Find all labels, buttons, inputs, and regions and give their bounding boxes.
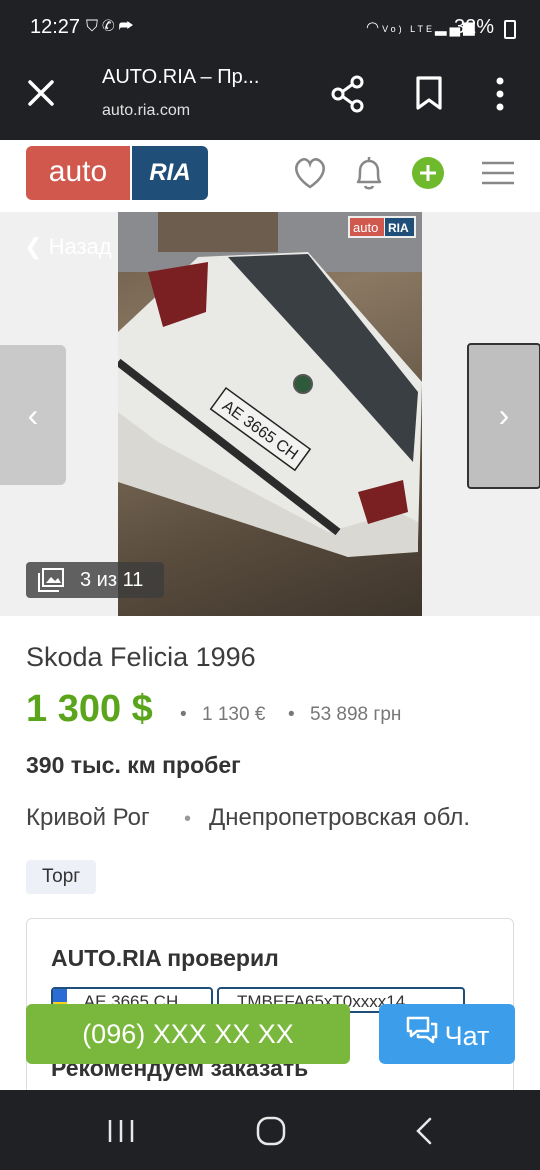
notification-icons: ⛉✆➦ xyxy=(86,18,138,35)
price-usd: 1 300 $ xyxy=(26,688,153,730)
status-bar: 12:27 ⛉✆➦ ◠Vo) LTE▂▄▆ 32% xyxy=(0,0,540,56)
location-region[interactable]: Днепропетровская обл. xyxy=(209,804,470,832)
add-circle-icon[interactable] xyxy=(411,156,445,190)
network-label: Vo) LTE xyxy=(382,24,435,34)
bell-icon[interactable] xyxy=(352,154,386,194)
close-icon[interactable] xyxy=(24,76,58,110)
browser-toolbar: AUTO.RIA – Пр... auto.ria.com xyxy=(0,56,540,140)
back-nav-icon[interactable] xyxy=(412,1116,436,1146)
mileage: 390 тыс. км пробег xyxy=(26,752,241,778)
chevron-left-icon: ❮ xyxy=(24,234,43,259)
dot-separator: • xyxy=(288,704,295,725)
price-uah: 53 898 грн xyxy=(310,704,402,725)
watermark-ria: RIA xyxy=(388,221,409,235)
wifi-icon: ◠ xyxy=(366,19,383,36)
site-header: auto RIA xyxy=(0,140,540,212)
watermark-auto: auto xyxy=(353,220,378,235)
share-icon[interactable] xyxy=(330,74,366,114)
battery-icon xyxy=(504,20,516,39)
next-photo-button[interactable]: › xyxy=(467,343,540,489)
logo-auto[interactable]: auto xyxy=(26,146,130,200)
chat-icon xyxy=(405,1006,439,1066)
photo-counter[interactable]: 3 из 11 xyxy=(26,562,164,598)
page-url[interactable]: auto.ria.com xyxy=(102,102,190,120)
back-label: Назад xyxy=(48,234,112,259)
chevron-left-icon: ‹ xyxy=(27,397,39,433)
price-eur: 1 130 € xyxy=(202,704,266,725)
chat-button[interactable]: Чат xyxy=(379,1004,515,1064)
bookmark-icon[interactable] xyxy=(414,74,444,114)
check-card-heading: AUTO.RIA проверил xyxy=(51,945,279,971)
android-nav-bar xyxy=(0,1090,540,1170)
status-time: 12:27 xyxy=(30,16,81,38)
dot-separator: • xyxy=(180,704,187,725)
home-icon[interactable] xyxy=(256,1116,286,1146)
back-link[interactable]: ❮ Назад xyxy=(24,234,112,260)
heart-icon[interactable] xyxy=(292,156,328,190)
more-vert-icon[interactable] xyxy=(490,74,510,114)
bargain-badge: Торг xyxy=(26,860,97,894)
car-photo[interactable]: AE 3665 CH auto RIA xyxy=(118,212,422,616)
chat-label: Чат xyxy=(444,1020,490,1051)
listing-title: Skoda Felicia 1996 xyxy=(26,642,256,672)
recent-apps-icon[interactable] xyxy=(106,1118,136,1144)
dot-separator: • xyxy=(184,808,192,830)
call-button[interactable]: (096) XXX XX XX xyxy=(26,1004,350,1064)
location-city[interactable]: Кривой Рог xyxy=(26,804,150,832)
page-title: AUTO.RIA – Пр... xyxy=(102,66,260,88)
logo-ria[interactable]: RIA xyxy=(132,146,208,200)
menu-icon[interactable] xyxy=(480,160,516,186)
prev-photo-button[interactable]: ‹ xyxy=(0,345,66,485)
gallery-icon xyxy=(38,568,64,592)
chevron-right-icon: › xyxy=(498,397,510,433)
photo-counter-text: 3 из 11 xyxy=(80,569,144,591)
photo-gallery[interactable]: AE 3665 CH auto RIA ❮ Назад ‹ › 3 из 11 xyxy=(0,212,540,616)
battery-level: 32% xyxy=(454,16,495,38)
